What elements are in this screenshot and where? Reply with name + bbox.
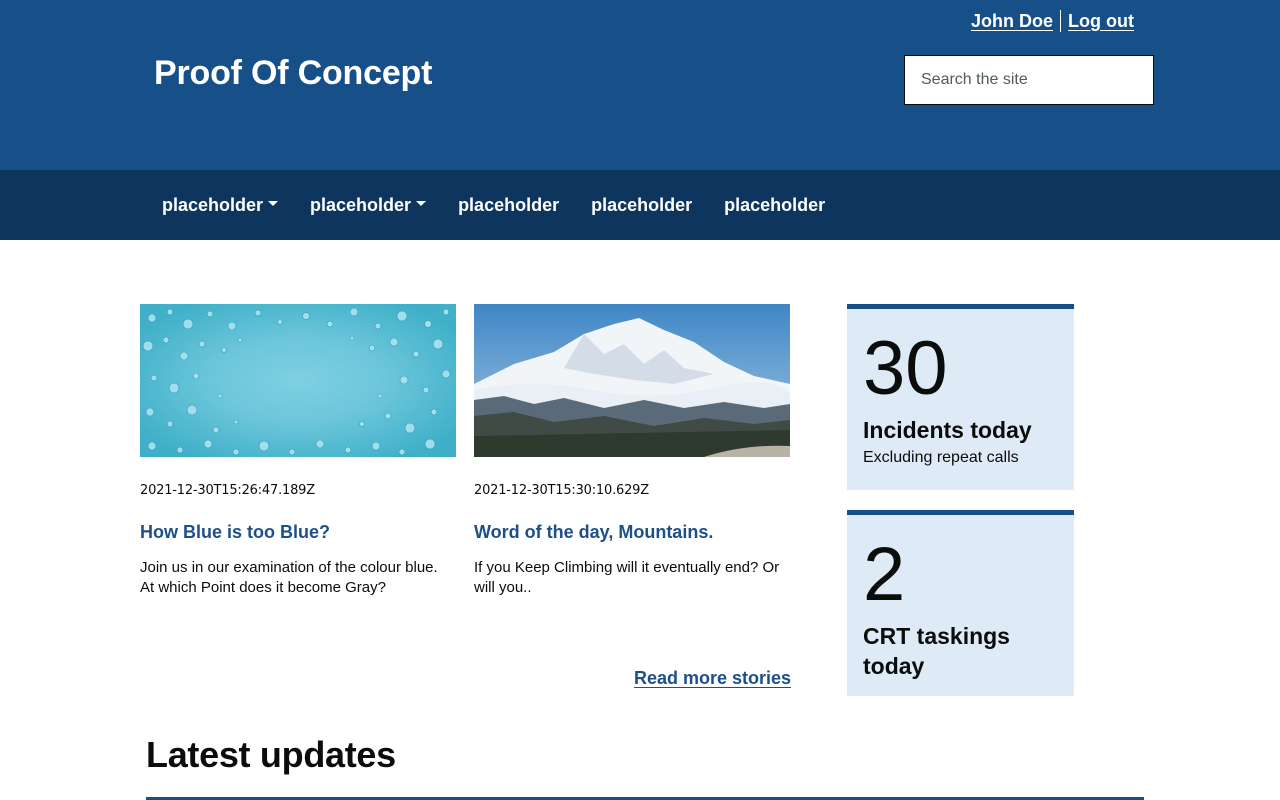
nav-item-4[interactable]: placeholder — [575, 195, 708, 216]
story-date: 2021-12-30T15:26:47.189Z — [140, 483, 315, 498]
chevron-down-icon — [268, 200, 279, 206]
stat-label: Incidents today — [863, 417, 1032, 443]
story-card: 2021-12-30T15:30:10.629Z Word of the day… — [474, 304, 790, 598]
story-summary: If you Keep Climbing will it eventually … — [474, 559, 780, 596]
main-nav: placeholder placeholder placeholder plac… — [0, 170, 1280, 240]
site-header: John Doe Log out Proof Of Concept — [0, 0, 1280, 170]
search-box[interactable] — [904, 55, 1154, 105]
stat-card-incidents: 30 Incidents today Excluding repeat call… — [847, 304, 1074, 490]
logout-link[interactable]: Log out — [1068, 11, 1134, 32]
stat-sublabel: Excluding repeat calls — [863, 449, 1019, 466]
nav-item-label: placeholder — [458, 194, 560, 215]
latest-updates-heading: Latest updates — [146, 734, 396, 775]
water-droplets-image[interactable] — [140, 304, 456, 457]
nav-item-label: placeholder — [310, 194, 412, 215]
nav-item-label: placeholder — [591, 194, 693, 215]
user-name-link[interactable]: John Doe — [971, 11, 1053, 32]
snowy-mountain-image[interactable] — [474, 304, 790, 457]
user-links-divider — [1060, 10, 1062, 32]
read-more-stories-link[interactable]: Read more stories — [634, 668, 791, 689]
user-links: John Doe Log out — [971, 10, 1134, 32]
nav-item-2[interactable]: placeholder — [294, 195, 442, 216]
site-title[interactable]: Proof Of Concept — [154, 54, 432, 93]
chevron-down-icon — [416, 200, 427, 206]
stat-card-crt-taskings: 2 CRT taskings today — [847, 510, 1074, 696]
nav-item-label: placeholder — [724, 194, 826, 215]
search-input[interactable] — [921, 71, 1153, 89]
story-title-link[interactable]: Word of the day, Mountains. — [474, 522, 790, 543]
stat-label: CRT taskings today — [863, 623, 1010, 679]
story-title-link[interactable]: How Blue is too Blue? — [140, 522, 456, 543]
nav-item-label: placeholder — [162, 194, 264, 215]
story-summary: Join us in our examination of the colour… — [140, 559, 438, 596]
story-card: 2021-12-30T15:26:47.189Z How Blue is too… — [140, 304, 456, 598]
stat-value: 30 — [863, 326, 948, 411]
stat-value: 2 — [863, 532, 906, 617]
nav-item-5[interactable]: placeholder — [708, 195, 841, 216]
nav-item-1[interactable]: placeholder — [146, 195, 294, 216]
story-date: 2021-12-30T15:30:10.629Z — [474, 483, 649, 498]
nav-item-3[interactable]: placeholder — [442, 195, 575, 216]
